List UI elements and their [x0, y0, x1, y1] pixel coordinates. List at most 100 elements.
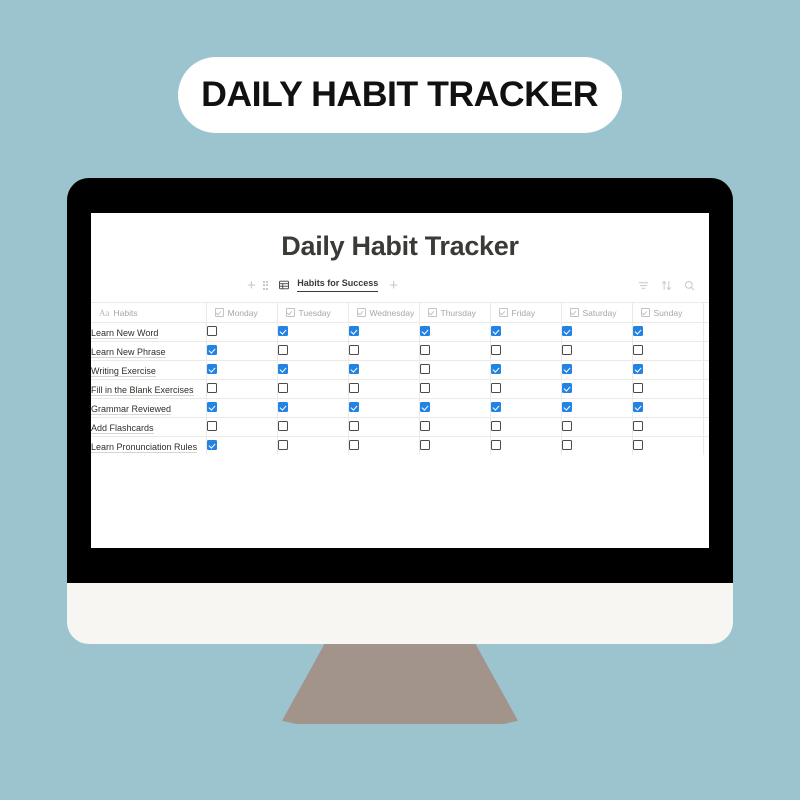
habit-check-cell[interactable]	[419, 398, 491, 418]
habit-check-cell[interactable]	[561, 360, 633, 380]
habit-check-cell[interactable]	[206, 341, 278, 361]
habit-check-cell[interactable]	[348, 398, 420, 418]
checkbox-unchecked-icon[interactable]	[490, 421, 501, 431]
checkbox-checked-icon[interactable]	[632, 326, 643, 336]
habit-check-cell[interactable]	[277, 398, 349, 418]
habit-check-cell[interactable]	[419, 341, 491, 361]
habit-check-cell[interactable]	[561, 322, 633, 342]
checkbox-checked-icon[interactable]	[490, 326, 501, 336]
habit-check-cell[interactable]	[419, 417, 491, 437]
habit-check-cell[interactable]	[206, 417, 278, 437]
checkbox-unchecked-icon[interactable]	[561, 421, 572, 431]
habit-check-cell[interactable]	[561, 436, 633, 455]
habit-name-cell[interactable]: Learn New Phrase	[91, 341, 207, 361]
habit-name-cell[interactable]: Writing Exercise	[91, 360, 207, 380]
habit-check-cell[interactable]	[632, 398, 704, 418]
checkbox-unchecked-icon[interactable]	[277, 440, 288, 450]
checkbox-checked-icon[interactable]	[206, 402, 217, 412]
habit-check-cell[interactable]	[419, 360, 491, 380]
checkbox-checked-icon[interactable]	[561, 364, 572, 374]
habit-check-cell[interactable]	[206, 360, 278, 380]
habit-check-cell[interactable]	[348, 322, 420, 342]
habit-check-cell[interactable]	[206, 322, 278, 342]
checkbox-unchecked-icon[interactable]	[632, 440, 643, 450]
checkbox-unchecked-icon[interactable]	[632, 345, 643, 355]
table-grid-icon[interactable]	[279, 280, 290, 290]
habit-check-cell[interactable]	[206, 436, 278, 455]
database-view-tab[interactable]: Habits for Success	[297, 278, 379, 292]
checkbox-checked-icon[interactable]	[348, 402, 359, 412]
habit-check-cell[interactable]	[632, 436, 704, 455]
checkbox-unchecked-icon[interactable]	[419, 345, 430, 355]
habit-check-cell[interactable]	[632, 341, 704, 361]
checkbox-unchecked-icon[interactable]	[632, 383, 643, 393]
checkbox-unchecked-icon[interactable]	[206, 383, 217, 393]
habit-check-cell[interactable]	[206, 379, 278, 399]
habit-name-cell[interactable]: Learn New Word	[91, 322, 207, 342]
checkbox-unchecked-icon[interactable]	[419, 421, 430, 431]
checkbox-unchecked-icon[interactable]	[561, 345, 572, 355]
habit-check-cell[interactable]	[348, 436, 420, 455]
add-view-plus-icon[interactable]: +	[389, 277, 398, 294]
column-header-friday[interactable]: Friday	[490, 302, 562, 323]
checkbox-checked-icon[interactable]	[419, 326, 430, 336]
checkbox-checked-icon[interactable]	[348, 364, 359, 374]
habit-check-cell[interactable]	[419, 322, 491, 342]
checkbox-checked-icon[interactable]	[632, 364, 643, 374]
checkbox-checked-icon[interactable]	[348, 326, 359, 336]
habit-check-cell[interactable]	[561, 417, 633, 437]
column-header-sunday[interactable]: Sunday	[632, 302, 704, 323]
checkbox-unchecked-icon[interactable]	[490, 440, 501, 450]
checkbox-unchecked-icon[interactable]	[490, 345, 501, 355]
column-header-habits[interactable]: Aa Habits	[91, 302, 207, 323]
habit-check-cell[interactable]	[206, 398, 278, 418]
checkbox-checked-icon[interactable]	[206, 440, 217, 450]
checkbox-unchecked-icon[interactable]	[206, 421, 217, 431]
checkbox-unchecked-icon[interactable]	[277, 345, 288, 355]
habit-check-cell[interactable]	[490, 398, 562, 418]
habit-check-cell[interactable]	[561, 341, 633, 361]
checkbox-checked-icon[interactable]	[561, 326, 572, 336]
checkbox-unchecked-icon[interactable]	[206, 326, 217, 336]
checkbox-checked-icon[interactable]	[206, 345, 217, 355]
habit-check-cell[interactable]	[632, 417, 704, 437]
habit-check-cell[interactable]	[490, 417, 562, 437]
checkbox-unchecked-icon[interactable]	[348, 440, 359, 450]
column-header-wednesday[interactable]: Wednesday	[348, 302, 420, 323]
checkbox-unchecked-icon[interactable]	[348, 383, 359, 393]
checkbox-checked-icon[interactable]	[277, 326, 288, 336]
habit-check-cell[interactable]	[632, 360, 704, 380]
habit-check-cell[interactable]	[348, 360, 420, 380]
drag-handle-icon[interactable]	[262, 280, 269, 290]
checkbox-checked-icon[interactable]	[277, 364, 288, 374]
habit-check-cell[interactable]	[348, 417, 420, 437]
checkbox-unchecked-icon[interactable]	[561, 440, 572, 450]
habit-check-cell[interactable]	[419, 379, 491, 399]
checkbox-checked-icon[interactable]	[277, 402, 288, 412]
habit-check-cell[interactable]	[632, 379, 704, 399]
sort-icon[interactable]	[661, 280, 672, 291]
habit-check-cell[interactable]	[277, 379, 349, 399]
checkbox-unchecked-icon[interactable]	[419, 364, 430, 374]
habit-check-cell[interactable]	[277, 341, 349, 361]
checkbox-checked-icon[interactable]	[490, 364, 501, 374]
habit-check-cell[interactable]	[490, 379, 562, 399]
column-header-tuesday[interactable]: Tuesday	[277, 302, 349, 323]
checkbox-unchecked-icon[interactable]	[632, 421, 643, 431]
plus-icon[interactable]: +	[247, 277, 256, 294]
checkbox-checked-icon[interactable]	[419, 402, 430, 412]
habit-name-cell[interactable]: Fill in the Blank Exercises	[91, 379, 207, 399]
habit-check-cell[interactable]	[277, 436, 349, 455]
habit-check-cell[interactable]	[490, 322, 562, 342]
habit-check-cell[interactable]	[490, 341, 562, 361]
habit-check-cell[interactable]	[632, 322, 704, 342]
habit-check-cell[interactable]	[277, 322, 349, 342]
checkbox-unchecked-icon[interactable]	[419, 440, 430, 450]
habit-check-cell[interactable]	[561, 398, 633, 418]
habit-check-cell[interactable]	[277, 360, 349, 380]
checkbox-unchecked-icon[interactable]	[348, 421, 359, 431]
habit-check-cell[interactable]	[490, 360, 562, 380]
habit-name-cell[interactable]: Grammar Reviewed	[91, 398, 207, 418]
column-header-overflow[interactable]	[703, 302, 709, 323]
filter-icon[interactable]	[638, 280, 649, 291]
